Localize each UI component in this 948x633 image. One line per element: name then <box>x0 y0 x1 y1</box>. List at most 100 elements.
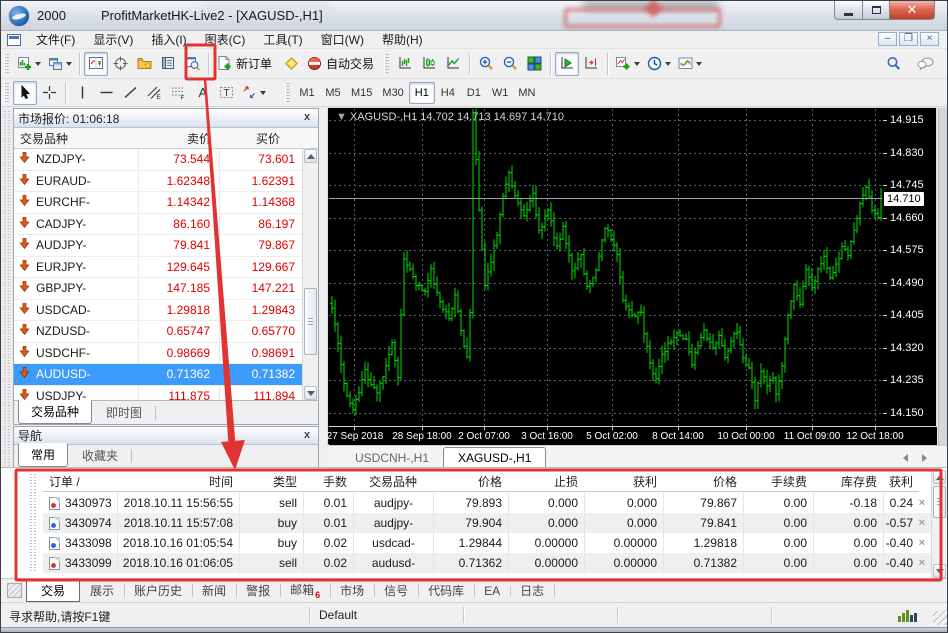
maximize-button[interactable] <box>863 1 890 20</box>
toolbar-gripper[interactable] <box>285 82 290 103</box>
child-close-button[interactable]: × <box>920 32 939 46</box>
indicators-dropdown-icon[interactable] <box>634 61 641 66</box>
data-window-button[interactable] <box>108 52 132 76</box>
navigator-tab-常用[interactable]: 常用 <box>18 443 69 467</box>
text-label-tool-button[interactable]: T <box>214 81 238 105</box>
market-watch-tab-交易品种[interactable]: 交易品种 <box>18 400 93 424</box>
menu-insert[interactable]: 插入(I) <box>142 31 195 49</box>
quote-row[interactable]: USDJPY- 111.875 111.894 <box>14 385 318 400</box>
col-symbol[interactable]: 交易品种 <box>14 130 139 147</box>
orders-col-3[interactable]: 手数 <box>303 472 353 491</box>
col-bid[interactable]: 卖价 <box>139 130 220 147</box>
chart-shift-button[interactable] <box>579 52 603 76</box>
timeframe-m15[interactable]: M15 <box>346 82 377 104</box>
orders-col-1[interactable]: 时间 <box>117 472 239 491</box>
arrows-tool-button[interactable] <box>238 81 269 105</box>
profiles-button[interactable] <box>44 52 75 76</box>
autotrading-button[interactable]: 自动交易 <box>303 52 381 76</box>
indicators-button[interactable] <box>612 52 643 76</box>
quote-row[interactable]: EURCHF- 1.14342 1.14368 <box>14 192 318 214</box>
periods-button[interactable] <box>643 52 674 76</box>
status-profile[interactable]: Default <box>319 608 357 622</box>
price-scale[interactable]: 14.915 14.830 14.745 14.660 14.575 14.490 14.4… <box>883 109 937 426</box>
market-watch-close-icon[interactable]: x <box>300 111 314 125</box>
orders-col-10[interactable]: 库存费 <box>813 472 883 491</box>
text-tool-button[interactable]: A <box>190 81 214 105</box>
cursor-tool-button[interactable] <box>13 80 37 105</box>
arrows-dropdown-icon[interactable] <box>260 90 266 95</box>
new-chart-dropdown-icon[interactable] <box>35 61 41 66</box>
terminal-tab-代码库[interactable]: 代码库 <box>418 580 476 601</box>
quote-row[interactable]: CADJPY- 86.160 86.197 <box>14 213 318 235</box>
scroll-down-button[interactable] <box>933 564 946 578</box>
order-close-icon[interactable]: × <box>919 513 931 533</box>
timeframe-m1[interactable]: M1 <box>294 82 320 104</box>
quote-row[interactable]: GBPJPY- 147.185 147.221 <box>14 278 318 300</box>
new-chart-button[interactable] <box>13 52 44 76</box>
terminal-tab-EA[interactable]: EA <box>474 582 512 600</box>
child-minimize-button[interactable]: – <box>878 32 897 46</box>
terminal-tab-账户历史[interactable]: 账户历史 <box>124 580 194 601</box>
tab-scroll-right-icon[interactable] <box>922 454 927 462</box>
terminal-tab-信号[interactable]: 信号 <box>374 580 420 601</box>
navigator-close-icon[interactable]: x <box>300 429 314 443</box>
time-scale[interactable]: 27 Sep 2018 28 Sep 18:00 2 Oct 07:00 3 Oct … <box>327 426 937 445</box>
zoom-out-button[interactable] <box>498 52 522 76</box>
scroll-up-button[interactable] <box>933 470 946 484</box>
toolbar-gripper[interactable] <box>384 53 390 74</box>
market-watch-scrollbar[interactable] <box>302 149 318 400</box>
profiles-dropdown-icon[interactable] <box>66 61 72 66</box>
child-restore-button[interactable]: ❐ <box>899 32 918 46</box>
toolbar-gripper[interactable] <box>4 82 9 103</box>
chat-button[interactable] <box>913 52 937 76</box>
terminal-tab-市场[interactable]: 市场 <box>330 580 376 601</box>
quote-row[interactable]: AUDJPY- 79.841 79.867 <box>14 235 318 257</box>
periods-dropdown-icon[interactable] <box>665 61 672 66</box>
menu-help[interactable]: 帮助(H) <box>373 31 432 49</box>
orders-col-8[interactable]: 价格 <box>663 472 743 491</box>
menu-file[interactable]: 文件(F) <box>27 31 84 49</box>
terminal-tab-警报[interactable]: 警报 <box>236 580 282 601</box>
timeframe-w1[interactable]: W1 <box>487 82 514 104</box>
candlestick-button[interactable] <box>417 52 441 76</box>
line-chart-button[interactable] <box>441 52 465 76</box>
menu-view[interactable]: 显示(V) <box>84 31 142 49</box>
scroll-up-button[interactable] <box>304 149 317 163</box>
navigator-button[interactable] <box>132 52 156 76</box>
market-watch-tab-即时图[interactable]: 即时图 <box>94 402 157 424</box>
quote-row[interactable]: USDCHF- 0.98669 0.98691 <box>14 342 318 364</box>
orders-col-7[interactable]: 获利 <box>584 472 663 491</box>
quote-row[interactable]: EURJPY- 129.645 129.667 <box>14 256 318 278</box>
timeframe-h4[interactable]: H4 <box>435 82 461 104</box>
crosshair-tool-button[interactable] <box>37 81 61 105</box>
timeframe-mn[interactable]: MN <box>513 82 540 104</box>
vertical-line-tool-button[interactable] <box>70 81 94 105</box>
new-order-button[interactable]: 新订单 <box>213 52 279 76</box>
resize-grip[interactable] <box>933 611 947 625</box>
orders-col-11[interactable]: 获利 <box>883 472 919 491</box>
metaeditor-button[interactable] <box>279 52 303 76</box>
auto-scroll-button[interactable] <box>555 51 580 76</box>
order-close-icon[interactable]: × <box>919 553 931 573</box>
bar-chart-button[interactable] <box>393 52 417 76</box>
orders-col-9[interactable]: 手续费 <box>743 472 813 491</box>
quote-row[interactable]: AUDUSD- 0.71362 0.71382 <box>14 364 318 386</box>
trendline-tool-button[interactable] <box>118 81 142 105</box>
quote-row[interactable]: NZDUSD- 0.65747 0.65770 <box>14 321 318 343</box>
timeframe-m30[interactable]: M30 <box>377 82 408 104</box>
terminal-dock-icon[interactable] <box>7 583 22 598</box>
chart-tab-XAGUSD-,H1[interactable]: XAGUSD-,H1 <box>443 447 547 469</box>
templates-dropdown-icon[interactable] <box>696 61 703 66</box>
terminal-tab-日志[interactable]: 日志 <box>510 580 556 601</box>
quote-row[interactable]: EURAUD- 1.62348 1.62391 <box>14 170 318 192</box>
search-button[interactable] <box>881 52 905 76</box>
toolbar-gripper[interactable] <box>4 53 9 74</box>
timeframe-h1[interactable]: H1 <box>408 81 435 104</box>
terminal-tab-展示[interactable]: 展示 <box>80 580 126 601</box>
terminal-gripper[interactable] <box>29 472 39 574</box>
menu-tools[interactable]: 工具(T) <box>254 31 311 49</box>
orders-col-2[interactable]: 类型 <box>239 472 303 491</box>
col-ask[interactable]: 买价 <box>220 130 304 147</box>
order-row[interactable]: 3430973 2018.10.11 15:56:55 sell 0.01 audjpy… <box>43 493 931 513</box>
navigator-tab-收藏夹[interactable]: 收藏夹 <box>70 445 133 467</box>
